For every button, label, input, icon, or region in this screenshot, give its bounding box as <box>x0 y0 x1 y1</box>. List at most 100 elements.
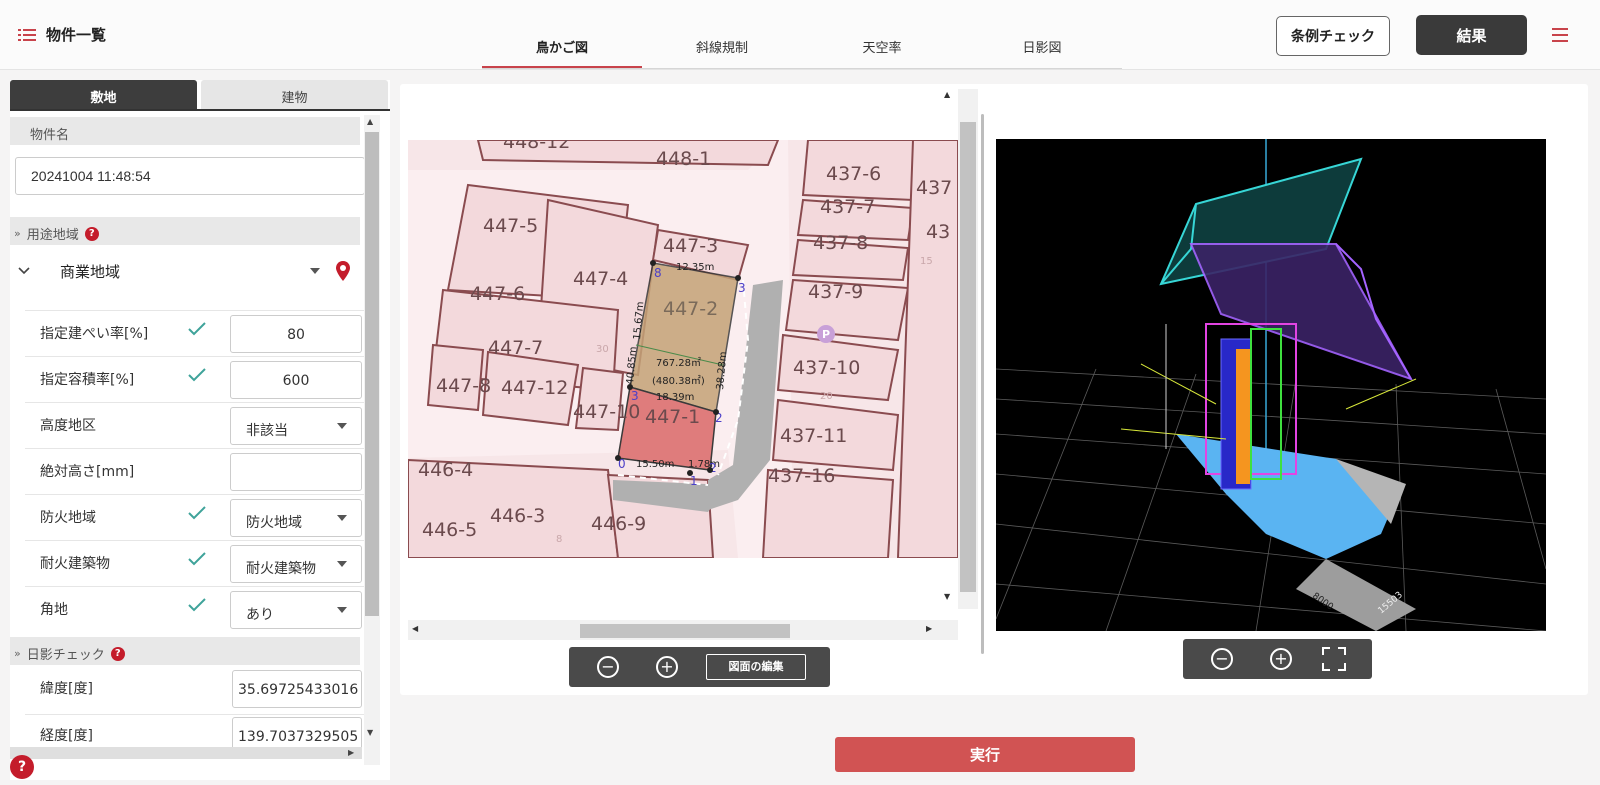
sidebar-tabs: 敷地 建物 <box>10 80 390 111</box>
caret-down-icon <box>337 515 347 521</box>
caret-down-icon <box>337 423 347 429</box>
checkmark-icon <box>187 367 207 383</box>
shadow-section-title: 日影チェック <box>26 648 105 663</box>
hamburger-menu-icon[interactable] <box>1552 28 1568 42</box>
run-button[interactable]: 実行 <box>835 737 1135 772</box>
lot-label: 447-6 <box>470 283 525 305</box>
lot-label: 437-6 <box>826 163 881 185</box>
scroll-left-icon[interactable]: ◀ <box>412 624 418 633</box>
3d-birdcage-view[interactable]: 8000 15503 <box>996 139 1546 631</box>
dimension-label: 12.35m <box>676 262 714 273</box>
tab-birdcage[interactable]: 鳥かご図 <box>482 28 642 68</box>
field-label: 高度地区 <box>40 418 96 434</box>
field-input[interactable]: 80 <box>230 315 362 353</box>
lot-label: 446-5 <box>422 519 477 541</box>
zoning-section-title: 用途地域 <box>26 228 79 243</box>
lot-label: 447-4 <box>573 268 628 290</box>
scroll-up-icon[interactable]: ▲ <box>944 90 950 99</box>
property-name-label-text: 物件名 <box>30 128 70 143</box>
zoom-out-icon[interactable]: − <box>597 656 619 678</box>
map-pin-icon[interactable] <box>335 260 351 282</box>
small-number: 30 <box>596 344 609 355</box>
help-icon[interactable]: ? <box>10 755 34 779</box>
lot-label: 446-3 <box>490 505 545 527</box>
field-row: 防火地域 防火地域 <box>25 494 373 540</box>
zoning-select[interactable]: 商業地域 <box>10 245 360 297</box>
field-select[interactable]: 非該当 <box>230 407 362 445</box>
latitude-row: 緯度[度] 35.69725433016 <box>25 668 373 714</box>
zoning-section-header[interactable]: » 用途地域 ? <box>10 217 360 245</box>
map-horizontal-scroll-thumb[interactable] <box>580 624 790 638</box>
lot-label: 437-16 <box>768 465 835 487</box>
vertex-label: 8 <box>654 266 662 280</box>
property-name-input[interactable] <box>15 157 365 195</box>
lot-label: 448-12 <box>503 140 570 153</box>
tab-slant-regulation[interactable]: 斜線規制 <box>642 28 802 68</box>
field-value: 600 <box>282 373 310 389</box>
double-chevron-down-icon: » <box>14 647 21 660</box>
caret-down-icon <box>337 607 347 613</box>
sidebar-scroll-thumb[interactable] <box>365 132 379 616</box>
field-select[interactable]: あり <box>230 591 362 629</box>
tab-sky-factor[interactable]: 天空率 <box>802 28 962 68</box>
edit-drawing-button[interactable]: 図面の編集 <box>706 654 806 680</box>
longitude-label: 経度[度] <box>40 728 93 744</box>
fullscreen-icon[interactable] <box>1322 647 1346 671</box>
tab-shadow-diagram[interactable]: 日影図 <box>962 28 1122 68</box>
zoom-in-icon[interactable]: + <box>656 656 678 678</box>
app-title: 物件一覧 <box>46 26 107 44</box>
shadow-section-header[interactable]: » 日影チェック ? <box>10 637 360 665</box>
scroll-right-icon[interactable]: ▶ <box>926 624 932 633</box>
scroll-down-icon[interactable]: ▼ <box>944 592 950 601</box>
ordinance-check-button[interactable]: 条例チェック <box>1276 16 1390 56</box>
vertex-label: 1 <box>690 474 698 488</box>
small-number: 15 <box>920 256 933 267</box>
scroll-up-icon[interactable]: ▲ <box>367 117 373 126</box>
area-label: 767.28㎡ <box>656 357 701 369</box>
caret-down-icon <box>337 561 347 567</box>
property-name-label: 物件名 <box>10 117 360 145</box>
field-label: 指定建ぺい率[%] <box>40 326 149 342</box>
lot-label: 437 <box>916 177 952 199</box>
lot-label: 447-2 <box>663 298 718 320</box>
scroll-down-icon[interactable]: ▼ <box>367 728 373 737</box>
tab-building[interactable]: 建物 <box>201 80 388 109</box>
panel-divider[interactable] <box>981 114 984 654</box>
view-tabs: 鳥かご図 斜線規制 天空率 日影図 <box>482 28 1122 69</box>
3d-scene: 8000 15503 <box>996 139 1546 631</box>
field-value: 非該当 <box>246 423 288 439</box>
scroll-right-icon[interactable]: ▶ <box>348 748 354 757</box>
latitude-input[interactable]: 35.69725433016 <box>232 670 362 708</box>
lot-label: 447-8 <box>436 375 491 397</box>
map-vertical-scroll-thumb[interactable] <box>960 122 976 592</box>
site-map[interactable]: 448-12 448-1 447-5 447-3 447-4 447-6 447… <box>408 140 958 558</box>
field-row: 耐火建築物 耐火建築物 <box>25 540 373 586</box>
field-row: 高度地区 非該当 <box>25 402 373 448</box>
field-select[interactable]: 防火地域 <box>230 499 362 537</box>
results-button[interactable]: 結果 <box>1416 15 1527 55</box>
help-icon[interactable]: ? <box>110 646 125 661</box>
field-input[interactable]: 600 <box>230 361 362 399</box>
tab-site[interactable]: 敷地 <box>10 80 197 109</box>
area-label: (480.38㎡) <box>652 375 705 387</box>
field-select[interactable]: 耐火建築物 <box>230 545 362 583</box>
field-input[interactable] <box>230 453 362 491</box>
property-list-link[interactable]: 物件一覧 <box>18 24 106 45</box>
chevron-down-icon[interactable] <box>18 264 48 279</box>
caret-down-icon[interactable] <box>310 268 320 274</box>
dimension-label: 18.39m <box>656 392 694 403</box>
zoom-out-icon[interactable]: − <box>1211 648 1233 670</box>
lot-label: 448-1 <box>656 148 711 170</box>
field-label: 角地 <box>40 602 68 618</box>
lot-label: 447-5 <box>483 215 538 237</box>
lot-label: 447-12 <box>501 377 568 399</box>
sidebar-horizontal-scrollbar[interactable] <box>10 747 362 759</box>
small-number: 8 <box>556 534 562 545</box>
field-row: 指定建ぺい率[%] 80 <box>25 310 373 356</box>
double-chevron-down-icon: » <box>14 227 21 240</box>
zoom-in-icon[interactable]: + <box>1270 648 1292 670</box>
help-icon[interactable]: ? <box>84 226 99 241</box>
field-label: 絶対高さ[mm] <box>40 464 135 480</box>
dimension-label: 15.50m <box>636 459 674 470</box>
drawing-panel: 448-12 448-1 447-5 447-3 447-4 447-6 447… <box>400 84 1588 695</box>
